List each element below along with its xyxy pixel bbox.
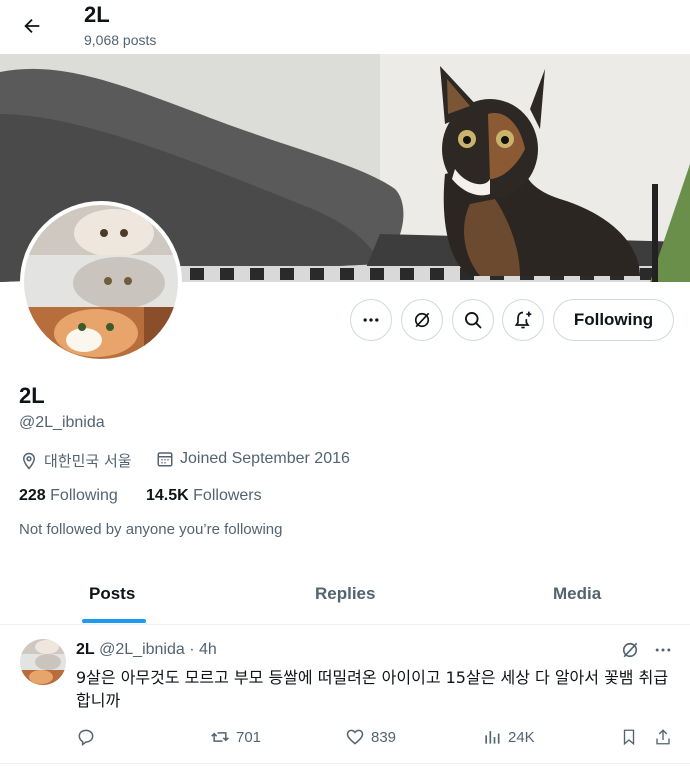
profile-name: 2L [19,383,45,408]
like-button[interactable]: 839 [345,727,396,747]
heart-icon [346,729,364,745]
followers-label: Followers [193,487,262,504]
repost-count: 701 [236,728,262,746]
reply-button[interactable] [76,727,102,747]
following-count: 228 [19,487,46,504]
repost-button[interactable]: 701 [210,727,261,747]
active-tab-indicator [82,619,146,623]
bookmark-button[interactable] [620,727,638,747]
following-link[interactable]: 228 Following [19,487,118,505]
views-chart-icon [485,731,500,744]
not-followed-note: Not followed by anyone you’re following [19,521,283,538]
arrow-left-icon [24,18,40,34]
tab-replies[interactable]: Replies [315,584,375,604]
post-header: 2L @2L_ibnida · 4h [76,641,217,659]
grok-icon [414,312,430,328]
more-icon [363,318,379,322]
post-author-name[interactable]: 2L [76,641,95,658]
share-icon [656,729,670,745]
tab-posts[interactable]: Posts [89,584,135,604]
tab-media[interactable]: Media [553,584,601,604]
following-button[interactable]: Following [553,299,674,341]
followers-link[interactable]: 14.5K Followers [146,487,262,505]
post-top-actions [620,640,674,660]
location-pin-icon [22,452,36,470]
post-avatar-image [20,639,66,685]
location: 대한민국 서울 [20,450,132,471]
following-label: Following [50,487,118,504]
joined-date: Joined September 2016 [156,450,350,468]
profile-avatar[interactable] [20,201,182,363]
repost-icon [211,732,229,742]
more-icon[interactable] [652,640,674,660]
divider [0,763,690,764]
search-button[interactable] [452,299,494,341]
profile-handle: @2L_ibnida [19,414,105,431]
notify-button[interactable] [502,299,544,341]
search-icon [465,312,482,329]
top-bar: 2L 9,068 posts [0,0,690,54]
followers-count: 14.5K [146,487,189,504]
grok-icon[interactable] [620,640,640,660]
bookmark-icon [623,729,635,746]
views-button[interactable]: 24K [482,727,535,747]
like-count: 839 [371,728,397,746]
post-time[interactable]: 4h [199,641,217,658]
views-count: 24K [508,728,535,746]
reply-icon [78,729,94,746]
post-author-handle[interactable]: @2L_ibnida [99,641,185,658]
location-text: 대한민국 서울 [44,452,132,470]
post-item[interactable]: 2L @2L_ibnida · 4h 9살은 아무것도 모르고 부모 등쌀에 떠… [0,626,690,766]
grok-button[interactable] [401,299,443,341]
post-count: 9,068 posts [84,32,157,48]
more-button[interactable] [350,299,392,341]
post-text: 9살은 아무것도 모르고 부모 등쌀에 떠밀려온 아이이고 15살은 세상 다 … [76,668,669,710]
back-button[interactable] [14,8,50,44]
post-dot: · [189,641,195,658]
bell-plus-icon [514,311,532,329]
calendar-icon [157,452,173,467]
profile-tabs: Posts Replies Media [0,563,690,625]
joined-text: Joined September 2016 [180,450,350,467]
share-button[interactable] [654,727,672,747]
avatar-image [24,205,178,359]
page-title: 2L [84,2,110,27]
post-avatar[interactable] [20,639,66,685]
